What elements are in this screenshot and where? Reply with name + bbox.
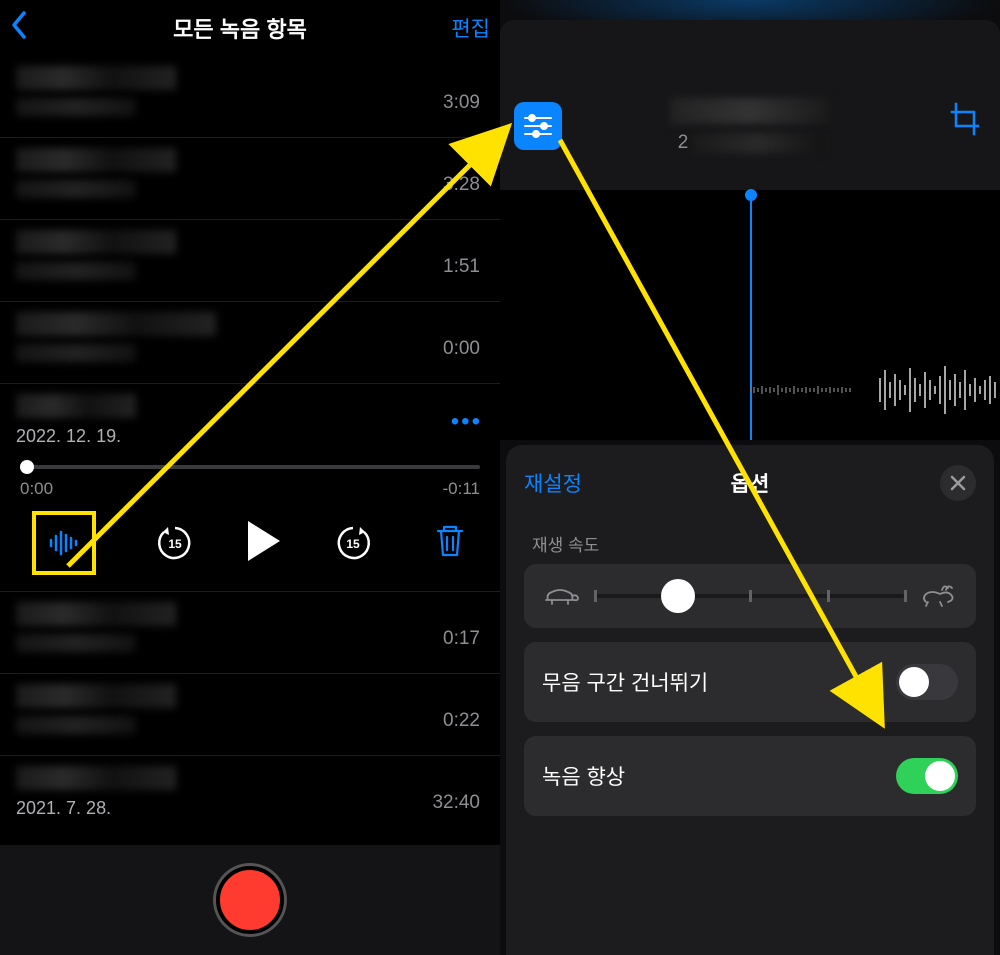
progress-times: 0:00 -0:11	[20, 479, 480, 499]
recordings-list[interactable]: 3:09 3:28 1:51 0:00 2022. 12. 19.	[0, 56, 500, 838]
recording-subtitle	[16, 634, 136, 652]
page-title: 모든 녹음 항목	[40, 12, 440, 44]
list-item[interactable]: 3:28	[0, 138, 500, 220]
duration-label: 3:28	[443, 174, 480, 196]
duration-label: 3:09	[443, 92, 480, 114]
options-button[interactable]	[34, 513, 94, 573]
duration-label: 0:17	[443, 628, 480, 650]
speed-slider[interactable]	[594, 594, 904, 598]
playback-settings-button[interactable]	[514, 102, 562, 150]
options-sheet: 재설정 옵션 재생 속도	[506, 445, 994, 955]
recording-edit-screen: 2	[500, 0, 1000, 955]
skip-silence-toggle[interactable]	[896, 664, 958, 700]
play-button[interactable]	[244, 519, 284, 568]
rabbit-icon	[918, 584, 958, 608]
duration-label: 0:00	[443, 338, 480, 360]
delete-button[interactable]	[434, 523, 466, 564]
elapsed-time: 0:00	[20, 479, 53, 499]
progress-thumb[interactable]	[20, 460, 34, 474]
more-button[interactable]: •••	[451, 408, 482, 436]
header: 모든 녹음 항목 편집	[0, 0, 500, 56]
recording-title	[16, 312, 216, 336]
speed-slider-thumb[interactable]	[661, 579, 695, 613]
recording-date: 2021. 7. 28.	[16, 798, 484, 819]
recording-title	[16, 766, 176, 790]
recording-subtitle: 2	[678, 132, 823, 154]
speed-section-label: 재생 속도	[532, 531, 976, 556]
list-item[interactable]: 0:22	[0, 674, 500, 756]
recording-date: 2022. 12. 19.	[16, 426, 484, 447]
trim-button[interactable]	[948, 102, 982, 141]
sliders-icon	[523, 114, 553, 138]
enhance-recording-label: 녹음 향상	[542, 761, 625, 791]
progress-slider[interactable]	[20, 465, 480, 469]
recording-title	[16, 230, 176, 254]
waveform-area[interactable]	[500, 190, 1000, 440]
recording-subtitle	[16, 98, 136, 116]
close-icon	[950, 475, 966, 491]
reset-button[interactable]: 재설정	[524, 468, 582, 498]
recording-title	[16, 602, 176, 626]
duration-label: 1:51	[443, 256, 480, 278]
list-item[interactable]: 1:51	[0, 220, 500, 302]
skip-silence-label: 무음 구간 건너뛰기	[542, 667, 708, 697]
recording-subtitle	[16, 262, 136, 280]
enhance-recording-toggle[interactable]	[896, 758, 958, 794]
record-bar	[0, 845, 500, 955]
edit-button[interactable]: 편집	[440, 13, 490, 43]
enhance-recording-row: 녹음 향상	[524, 736, 976, 816]
back-button[interactable]	[10, 11, 40, 46]
waveform-icon	[47, 528, 81, 558]
playback-controls: 15 15	[16, 499, 484, 577]
skip-forward-15-button[interactable]: 15	[332, 522, 374, 564]
skip-silence-row: 무음 구간 건너뛰기	[524, 642, 976, 722]
duration-label: 0:22	[443, 710, 480, 732]
recording-title	[16, 66, 176, 90]
recordings-list-screen: 모든 녹음 항목 편집 3:09 3:28 1:51 0:0	[0, 0, 500, 955]
remaining-time: -0:11	[443, 479, 481, 499]
recording-subtitle	[16, 344, 136, 362]
duration-label: 32:40	[432, 792, 480, 814]
list-item[interactable]: 0:00	[0, 302, 500, 384]
recording-title	[16, 148, 176, 172]
crop-icon	[948, 102, 982, 136]
list-item[interactable]: 0:17	[0, 592, 500, 674]
recording-subtitle	[16, 180, 136, 198]
svg-text:15: 15	[168, 537, 182, 551]
subtitle-prefix: 2	[678, 132, 689, 154]
list-item-selected[interactable]: 2022. 12. 19. ••• 0:00 -0:11	[0, 384, 500, 592]
turtle-icon	[542, 584, 580, 608]
record-button[interactable]	[216, 866, 284, 934]
waveform-icon	[750, 360, 1000, 420]
svg-text:15: 15	[346, 537, 360, 551]
close-button[interactable]	[940, 465, 976, 501]
recording-title	[16, 394, 136, 418]
list-item[interactable]: 3:09	[0, 56, 500, 138]
edit-header: 2	[500, 20, 1000, 190]
recording-title	[16, 684, 176, 708]
recording-title	[670, 98, 830, 124]
skip-back-15-button[interactable]: 15	[154, 522, 196, 564]
recording-subtitle	[16, 716, 136, 734]
list-item[interactable]: 2021. 7. 28. 32:40	[0, 756, 500, 838]
sheet-title: 옵션	[731, 468, 770, 498]
speed-slider-card	[524, 564, 976, 628]
